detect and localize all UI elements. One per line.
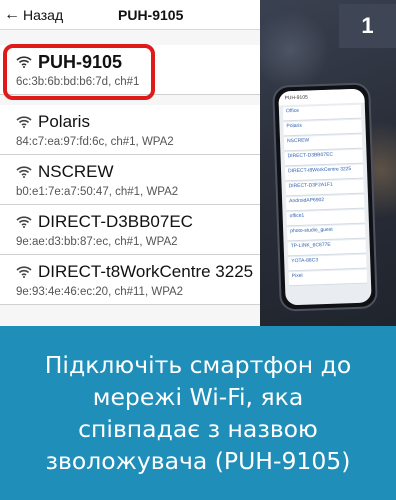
highlight-frame <box>3 44 155 100</box>
phone-network-row: photo-studio_guest <box>287 224 366 242</box>
phone-photo: PUH-9105 Office Polaris NSCREW DIRECT-D3… <box>260 0 396 326</box>
network-details: 84:c7:ea:97:fd:6c, ch#1, WPA2 <box>16 136 174 148</box>
phone-screen-header: PUH-9105 <box>278 88 365 106</box>
phone-network-row: DIRECT-D3BB07EC <box>284 149 363 167</box>
back-label: Назад <box>23 7 64 23</box>
network-item[interactable]: Polaris 84:c7:ea:97:fd:6c, ch#1, WPA2 <box>0 105 260 155</box>
phone-network-row: TP-LINK_6C877E <box>287 239 367 257</box>
phone-network-row: Polaris <box>283 119 362 137</box>
network-name: NSCREW <box>38 162 114 181</box>
phone-network-row: office1 <box>286 209 365 227</box>
network-item[interactable]: DIRECT-t8WorkCentre 3225 9e:93:4e:46:ec:… <box>0 255 260 305</box>
smartphone: PUH-9105 Office Polaris NSCREW DIRECT-D3… <box>272 82 378 312</box>
wifi-icon <box>16 266 32 278</box>
network-name: Polaris <box>38 112 90 131</box>
wifi-list-screenshot: ← Назад PUH-9105 PUH-9105 6c:3b:6b:bd:b6… <box>0 0 260 326</box>
instruction-text: Підключіть смартфон до мережі Wi-Fi, яка… <box>45 349 351 477</box>
phone-network-row: AndroidAP6902 <box>285 194 365 212</box>
wifi-icon <box>16 166 32 178</box>
step-number-badge: 1 <box>339 4 396 48</box>
phone-network-row: Office <box>282 104 362 122</box>
back-button[interactable]: ← Назад <box>4 6 64 24</box>
phone-network-row: NSCREW <box>283 134 363 152</box>
phone-network-row: YOTA-88C3 <box>288 254 367 272</box>
instruction-line: Підключіть смартфон до <box>44 351 352 379</box>
wifi-icon <box>16 216 32 228</box>
nav-bar: ← Назад PUH-9105 <box>0 0 260 30</box>
phone-screen-title: PUH-9105 <box>284 94 308 102</box>
screen-title: PUH-9105 <box>118 7 184 23</box>
network-details: 9e:93:4e:46:ec:20, ch#11, WPA2 <box>16 286 184 298</box>
instruction-line: мережі Wi-Fi, яка <box>92 383 304 411</box>
instruction-line: співпадає з назвою <box>78 415 318 443</box>
network-item[interactable]: DIRECT-D3BB07EC 9e:ae:d3:bb:87:ec, ch#1,… <box>0 205 260 255</box>
instruction-line: зволожувача (PUH-9105) <box>45 447 351 475</box>
phone-network-row: Pixel <box>288 269 368 287</box>
phone-screen: PUH-9105 Office Polaris NSCREW DIRECT-D3… <box>278 88 372 306</box>
back-arrow-icon: ← <box>4 6 20 23</box>
phone-network-row: DIRECT-t8WorkCentre 3225 <box>284 164 364 182</box>
network-item[interactable]: NSCREW b0:e1:7e:a7:50:47, ch#1, WPA2 <box>0 155 260 205</box>
phone-network-row: DIRECT-D3F2A1F1 <box>285 179 364 197</box>
network-details: b0:e1:7e:a7:50:47, ch#1, WPA2 <box>16 186 179 198</box>
network-details: 9e:ae:d3:bb:87:ec, ch#1, WPA2 <box>16 236 178 248</box>
wifi-icon <box>16 116 32 128</box>
network-name: DIRECT-D3BB07EC <box>38 212 193 231</box>
photo-background-blur <box>260 10 330 90</box>
instruction-caption: Підключіть смартфон до мережі Wi-Fi, яка… <box>0 326 396 500</box>
network-name: DIRECT-t8WorkCentre 3225 <box>38 262 254 281</box>
